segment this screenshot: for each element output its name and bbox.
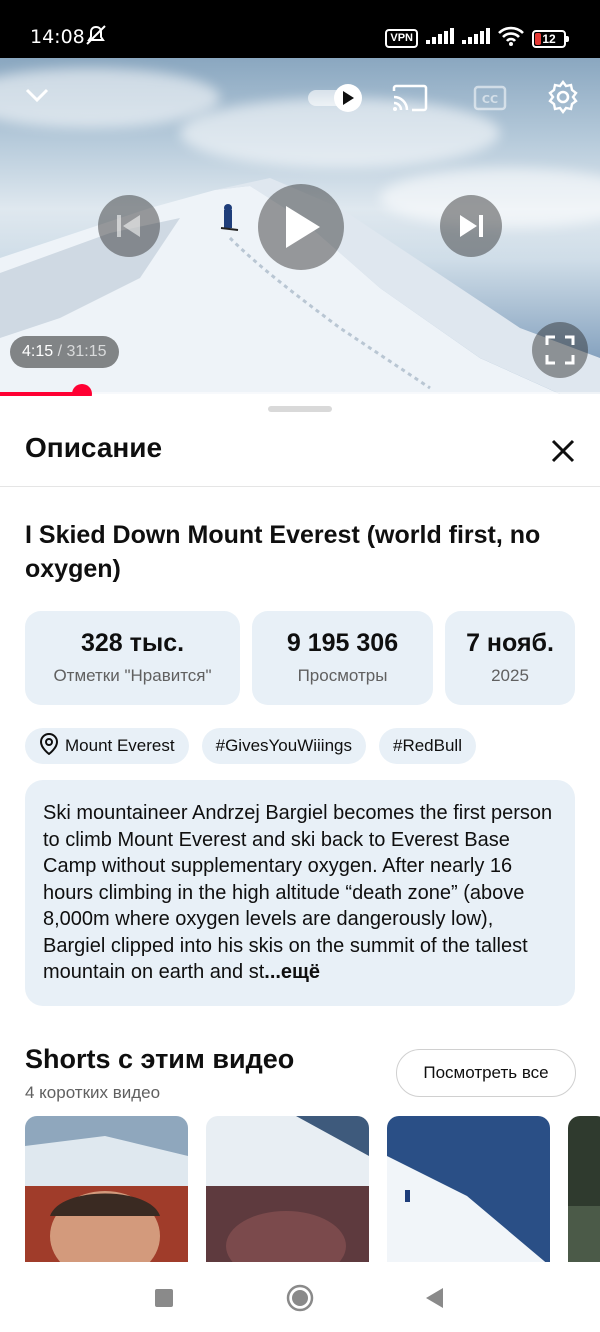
description-box[interactable]: Ski mountaineer Andrzej Bargiel becomes … xyxy=(25,780,575,1006)
previous-icon[interactable] xyxy=(98,195,160,257)
views-label: Просмотры xyxy=(297,666,388,685)
likes-value: 328 тыс. xyxy=(80,629,185,657)
tags-row: Mount Everest #GivesYouWiiings #RedBull xyxy=(25,728,476,764)
sheet-title: Описание xyxy=(25,432,163,463)
see-all-button[interactable]: Посмотреть все xyxy=(396,1049,576,1097)
tag-label: Mount Everest xyxy=(65,736,175,755)
likes-stat: 328 тыс. Отметки "Нравится" xyxy=(25,611,240,705)
description-text: Ski mountaineer Andrzej Bargiel becomes … xyxy=(43,802,553,983)
tag-location[interactable]: Mount Everest xyxy=(25,728,189,764)
views-stat: 9 195 306 Просмотры xyxy=(252,611,433,705)
svg-text:CC: CC xyxy=(482,93,498,106)
status-time: 14:08 xyxy=(30,26,85,48)
status-bar: 14:08 VPN 12 xyxy=(0,0,600,58)
shorts-title: Shorts с этим видео xyxy=(25,1044,295,1074)
tag-label: #GivesYouWiiings xyxy=(215,736,352,755)
duration: 31:15 xyxy=(66,343,107,360)
captions-icon[interactable]: CC xyxy=(472,82,508,114)
tag-hashtag[interactable]: #GivesYouWiiings xyxy=(201,728,366,764)
shorts-row xyxy=(25,1116,600,1262)
back-icon[interactable] xyxy=(424,1287,444,1314)
video-title: I Skied Down Mount Everest (world first,… xyxy=(25,521,541,583)
vpn-badge: VPN xyxy=(385,29,418,48)
battery-level xyxy=(535,32,541,45)
tag-label: #RedBull xyxy=(393,736,462,755)
current-time: 4:15 xyxy=(22,343,54,360)
time-display: 4:15 / 31:15 xyxy=(10,336,119,368)
settings-gear-icon[interactable] xyxy=(544,78,582,116)
short-thumbnail[interactable] xyxy=(387,1116,550,1262)
drag-handle[interactable] xyxy=(268,406,332,412)
wifi-icon xyxy=(498,26,524,51)
divider xyxy=(0,486,600,487)
year-label: 2025 xyxy=(491,666,529,685)
system-navbar xyxy=(0,1262,600,1332)
description-sheet: Описание I Skied Down Mount Everest (wor… xyxy=(0,396,600,1262)
likes-label: Отметки "Нравится" xyxy=(53,666,212,685)
signal-icon xyxy=(426,28,454,49)
more-link[interactable]: ...ещё xyxy=(264,961,320,983)
fullscreen-icon[interactable] xyxy=(532,322,588,378)
home-icon[interactable] xyxy=(286,1284,314,1317)
stats-row: 328 тыс. Отметки "Нравится" 9 195 306 Пр… xyxy=(25,611,575,705)
signal-icon-2 xyxy=(462,28,490,49)
short-thumbnail[interactable] xyxy=(206,1116,369,1262)
battery-percent: 12 xyxy=(542,31,556,46)
date-stat: 7 нояб. 2025 xyxy=(445,611,575,705)
video-player[interactable]: CC 4:15 / 31:15 xyxy=(0,58,600,394)
next-icon[interactable] xyxy=(440,195,502,257)
short-thumbnail[interactable] xyxy=(568,1116,600,1262)
close-icon[interactable] xyxy=(546,434,580,468)
recents-icon[interactable] xyxy=(154,1288,174,1313)
tag-hashtag[interactable]: #RedBull xyxy=(379,728,476,764)
location-pin-icon xyxy=(39,732,59,760)
autoplay-toggle[interactable] xyxy=(306,82,364,114)
shorts-subtitle: 4 коротких видео xyxy=(25,1083,161,1102)
mute-icon xyxy=(84,24,108,51)
cast-icon[interactable] xyxy=(390,82,430,114)
views-value: 9 195 306 xyxy=(286,629,399,657)
date-value: 7 нояб. xyxy=(466,629,554,657)
short-thumbnail[interactable] xyxy=(25,1116,188,1262)
battery-icon: 12 xyxy=(532,29,569,48)
collapse-chevron-icon[interactable] xyxy=(24,82,50,108)
play-icon[interactable] xyxy=(258,184,344,270)
